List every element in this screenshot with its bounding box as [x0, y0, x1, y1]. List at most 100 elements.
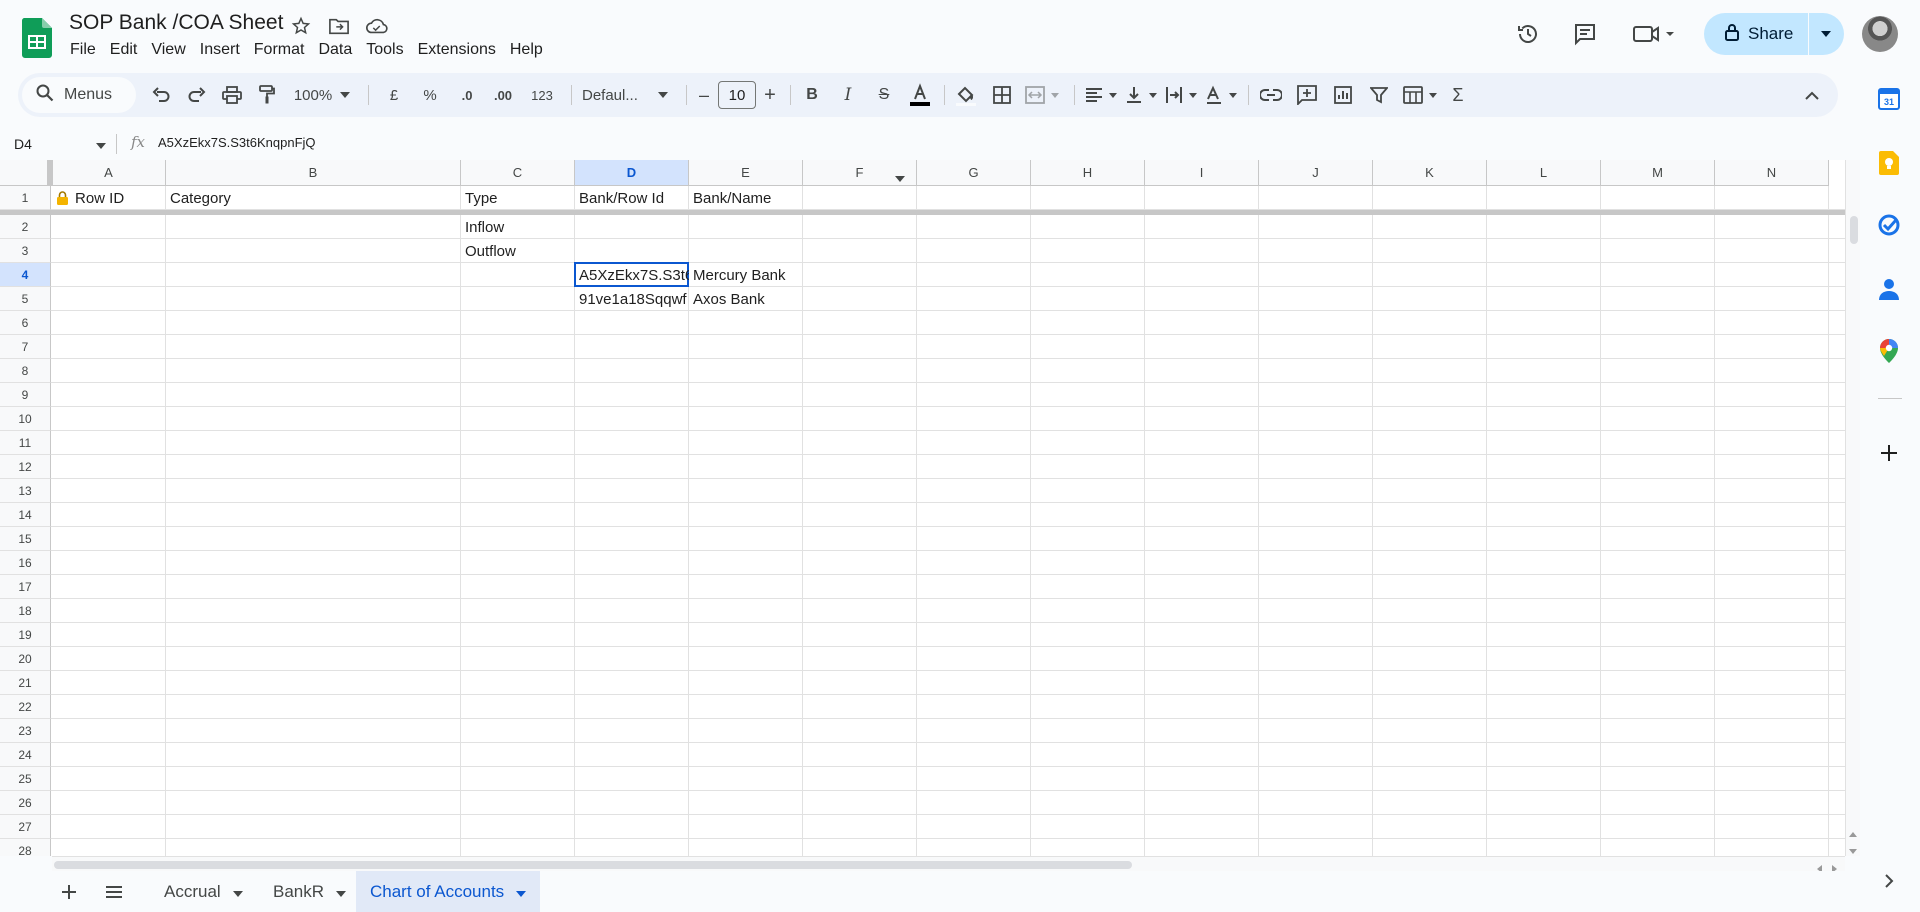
tasks-icon[interactable] [1876, 212, 1902, 238]
vertical-align-icon[interactable] [1124, 81, 1160, 109]
column-header-l[interactable]: L [1487, 160, 1601, 186]
filter-icon[interactable] [1366, 81, 1392, 109]
horizontal-align-icon[interactable] [1084, 81, 1120, 109]
row-header-26[interactable]: 26 [0, 791, 51, 815]
font-size-input[interactable]: 10 [718, 81, 756, 109]
column-header-a[interactable]: A [52, 160, 166, 186]
scroll-down-icon[interactable] [1849, 842, 1857, 860]
document-title[interactable]: SOP Bank /COA Sheet [69, 11, 283, 35]
cell-e5[interactable]: Axos Bank [689, 287, 803, 311]
bold-icon[interactable]: B [800, 81, 824, 109]
currency-format-button[interactable]: £ [384, 81, 404, 109]
share-button[interactable]: Share [1704, 13, 1844, 55]
column-header-n[interactable]: N [1715, 160, 1829, 186]
sheet-tab-bankr[interactable]: BankR [259, 871, 360, 912]
sheets-logo-icon[interactable] [21, 18, 52, 58]
row-header-1[interactable]: 1 [0, 186, 51, 210]
add-icon[interactable] [1876, 440, 1902, 466]
increase-font-size-button[interactable]: + [760, 81, 780, 109]
row-header-3[interactable]: 3 [0, 239, 51, 263]
menu-extensions[interactable]: Extensions [418, 41, 506, 59]
menu-edit[interactable]: Edit [110, 41, 148, 59]
share-dropdown-icon[interactable] [1809, 13, 1843, 55]
insert-comment-icon[interactable] [1294, 81, 1320, 109]
formula-input[interactable]: A5XzEkx7S.S3t6KnqpnFjQ [158, 135, 316, 150]
row-header-7[interactable]: 7 [0, 335, 51, 359]
percent-format-button[interactable]: % [418, 81, 442, 109]
row-header-15[interactable]: 15 [0, 527, 51, 551]
row-header-4[interactable]: 4 [0, 263, 51, 287]
sheet-tab-accrual[interactable]: Accrual [150, 871, 257, 912]
row-header-25[interactable]: 25 [0, 767, 51, 791]
row-header-16[interactable]: 16 [0, 551, 51, 575]
horizontal-scrollbar[interactable] [52, 856, 1845, 873]
decrease-decimal-button[interactable]: .0 [453, 81, 481, 109]
tab-dropdown-icon[interactable] [232, 882, 243, 902]
row-header-10[interactable]: 10 [0, 407, 51, 431]
expand-side-panel-icon[interactable] [1876, 868, 1902, 894]
text-rotation-icon[interactable] [1204, 81, 1240, 109]
menu-format[interactable]: Format [254, 41, 315, 59]
paint-format-icon[interactable] [255, 81, 279, 109]
row-header-6[interactable]: 6 [0, 311, 51, 335]
sheet-tab-chart-of-accounts[interactable]: Chart of Accounts [356, 871, 541, 912]
star-icon[interactable] [288, 13, 314, 39]
column-header-b[interactable]: B [166, 160, 461, 186]
keep-icon[interactable] [1876, 150, 1902, 176]
row-header-28[interactable]: 28 [0, 839, 51, 856]
fill-color-icon[interactable] [952, 81, 980, 109]
cell-e4[interactable]: Mercury Bank [689, 263, 803, 287]
menus-search[interactable]: Menus [22, 77, 136, 113]
menu-file[interactable]: File [70, 41, 106, 59]
column-header-g[interactable]: G [917, 160, 1031, 186]
avatar[interactable] [1862, 16, 1898, 52]
row-header-13[interactable]: 13 [0, 479, 51, 503]
all-sheets-icon[interactable] [103, 881, 125, 903]
row-header-8[interactable]: 8 [0, 359, 51, 383]
cell-e1[interactable]: Bank/Name [689, 186, 803, 210]
menu-insert[interactable]: Insert [200, 41, 250, 59]
cell-d1[interactable]: Bank/Row Id [575, 186, 689, 210]
cell-d4[interactable]: A5XzEkx7S.S3t6KnqpnFjQ [575, 263, 689, 287]
row-header-18[interactable]: 18 [0, 599, 51, 623]
calendar-icon[interactable]: 31 [1876, 86, 1902, 112]
column-header-h[interactable]: H [1031, 160, 1145, 186]
row-header-14[interactable]: 14 [0, 503, 51, 527]
row-header-17[interactable]: 17 [0, 575, 51, 599]
row-header-9[interactable]: 9 [0, 383, 51, 407]
cell-a1[interactable]: Row ID [52, 186, 166, 210]
undo-icon[interactable] [149, 81, 173, 109]
column-header-i[interactable]: I [1145, 160, 1259, 186]
cell-c1[interactable]: Type [461, 186, 575, 210]
menu-help[interactable]: Help [510, 41, 553, 59]
font-family-select[interactable]: Defaul... [580, 81, 660, 109]
comments-icon[interactable] [1571, 20, 1599, 48]
menu-tools[interactable]: Tools [366, 41, 413, 59]
menu-view[interactable]: View [151, 41, 195, 59]
row-header-22[interactable]: 22 [0, 695, 51, 719]
row-header-19[interactable]: 19 [0, 623, 51, 647]
row-header-20[interactable]: 20 [0, 647, 51, 671]
frozen-column-divider[interactable] [49, 160, 53, 186]
increase-decimal-button[interactable]: .00 [486, 81, 520, 109]
column-header-d[interactable]: D [575, 160, 689, 186]
column-header-k[interactable]: K [1373, 160, 1487, 186]
column-header-c[interactable]: C [461, 160, 575, 186]
share-main[interactable]: Share [1704, 13, 1808, 55]
horizontal-scroll-thumb[interactable] [54, 861, 1132, 869]
tab-dropdown-icon[interactable] [516, 882, 527, 902]
strikethrough-icon[interactable]: S [872, 81, 896, 109]
contacts-icon[interactable] [1876, 276, 1902, 302]
cell-c3[interactable]: Outflow [461, 239, 575, 263]
version-history-icon[interactable] [1514, 20, 1542, 48]
column-header-j[interactable]: J [1259, 160, 1373, 186]
cloud-saved-icon[interactable] [364, 13, 390, 39]
cell-c2[interactable]: Inflow [461, 215, 575, 239]
add-sheet-icon[interactable] [58, 881, 80, 903]
italic-icon[interactable]: I [836, 81, 860, 109]
row-header-27[interactable]: 27 [0, 815, 51, 839]
row-header-24[interactable]: 24 [0, 743, 51, 767]
select-all-corner[interactable] [0, 160, 51, 186]
collapse-toolbar-icon[interactable] [1800, 81, 1824, 109]
cell-d5[interactable]: 91ve1a18Sqqwf [575, 287, 689, 311]
